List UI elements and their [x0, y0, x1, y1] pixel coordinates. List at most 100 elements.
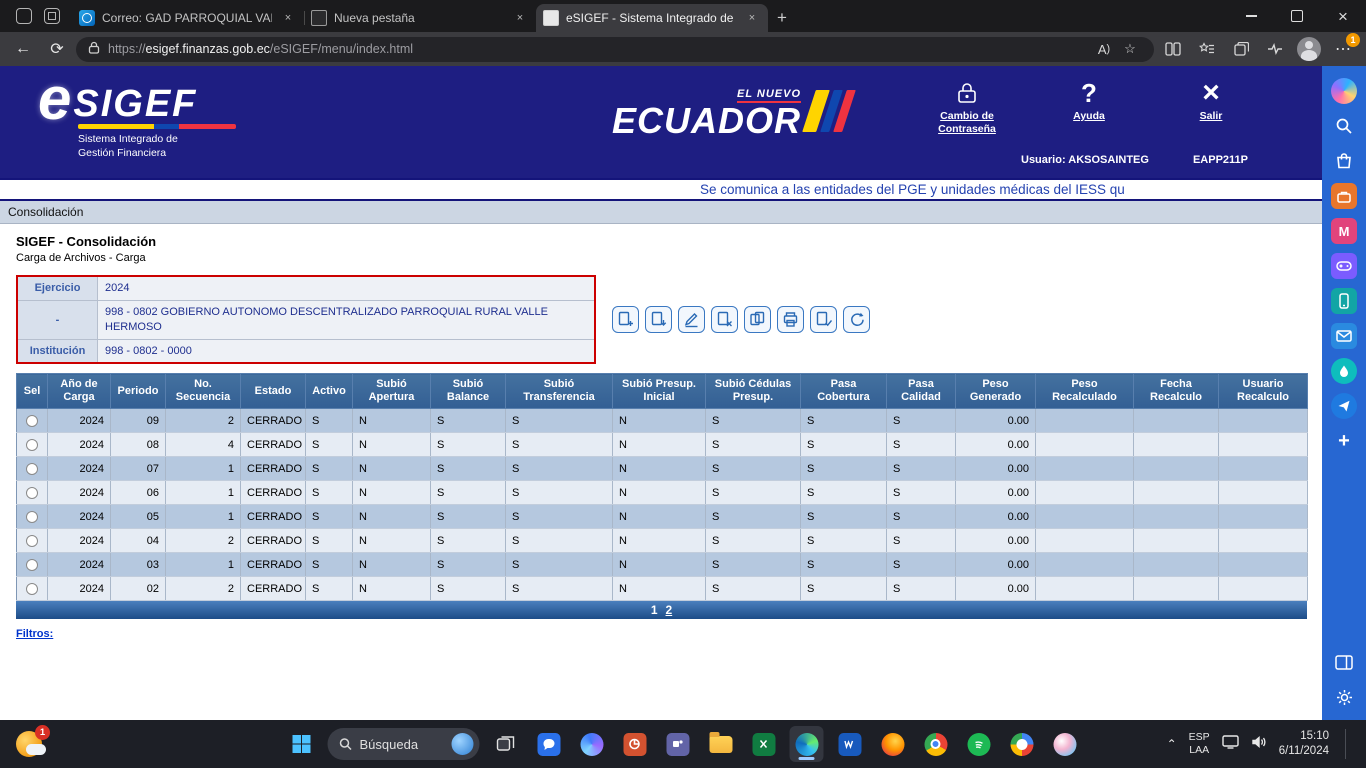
copilot-icon[interactable]: [1331, 78, 1357, 104]
page-1-link[interactable]: 1: [651, 603, 658, 617]
powerpoint-icon[interactable]: [618, 726, 652, 762]
menu-item-consolidacion[interactable]: Consolidación: [8, 205, 83, 219]
panel-toggle-icon[interactable]: [1331, 649, 1357, 675]
workspaces-icon[interactable]: [16, 8, 32, 24]
cast-icon[interactable]: [1222, 735, 1239, 754]
chat-icon[interactable]: [532, 726, 566, 762]
phone-link-icon[interactable]: [1331, 288, 1357, 314]
read-aloud-icon[interactable]: A): [1092, 38, 1116, 60]
page-area: e SIGEF Sistema Integrado de Gestión Fin…: [0, 66, 1322, 720]
widgets-weather-button[interactable]: 1: [16, 731, 42, 757]
firefox-icon[interactable]: [876, 726, 910, 762]
collections-icon[interactable]: [1226, 35, 1256, 63]
edge-sidebar: [1322, 66, 1366, 720]
row-select-radio[interactable]: [26, 559, 38, 571]
change-password-link[interactable]: Cambio de Contraseña: [924, 78, 1010, 136]
new-record-button[interactable]: [612, 306, 639, 333]
chrome-icon[interactable]: [919, 726, 953, 762]
word-icon[interactable]: [833, 726, 867, 762]
paint-icon[interactable]: [1048, 726, 1082, 762]
print-button[interactable]: [777, 306, 804, 333]
profile-avatar[interactable]: [1294, 35, 1324, 63]
institucion-value[interactable]: 998 - 0802 - 0000: [98, 340, 594, 363]
volume-icon[interactable]: [1251, 735, 1267, 754]
col-header: Pasa Cobertura: [801, 374, 887, 409]
back-icon[interactable]: ←: [8, 35, 38, 63]
tab-esigef-active[interactable]: eSIGEF - Sistema Integrado de G ×: [536, 4, 768, 32]
favorite-star-icon[interactable]: ☆: [1118, 38, 1142, 60]
msn-icon[interactable]: [1331, 218, 1357, 244]
outlook-icon[interactable]: [1331, 323, 1357, 349]
delete-record-button[interactable]: [711, 306, 738, 333]
copilot-icon[interactable]: [575, 726, 609, 762]
approve-button[interactable]: [810, 306, 837, 333]
cell-pasa-cobertura: S: [801, 433, 887, 457]
filtros-link[interactable]: Filtros:: [16, 628, 53, 640]
tab-correo[interactable]: Correo: GAD PARROQUIAL VALLE ×: [72, 4, 304, 32]
logout-link[interactable]: Salir: [1168, 78, 1254, 136]
microsoft-365-icon[interactable]: [1331, 183, 1357, 209]
tray-chevron-up-icon[interactable]: ⌃: [1167, 737, 1177, 751]
page-2-link[interactable]: 2: [666, 603, 673, 617]
row-select-radio[interactable]: [26, 511, 38, 523]
taskbar-search-box[interactable]: Búsqueda: [328, 728, 480, 760]
filter-box: Ejercicio 2024 - 998 - 0802 GOBIERNO AUT…: [16, 275, 596, 364]
entidad-value[interactable]: 998 - 0802 GOBIERNO AUTONOMO DESCENTRALI…: [98, 301, 594, 339]
new-tab-button[interactable]: +: [768, 5, 796, 31]
edit-validate-button[interactable]: [678, 306, 705, 333]
add-sidebar-item-icon[interactable]: [1331, 428, 1357, 454]
table-row: 2024 05 1 CERRADO S N S S N S S S 0.00: [17, 505, 1308, 529]
cell-estado: CERRADO: [241, 481, 306, 505]
onedrive-icon[interactable]: [1331, 358, 1357, 384]
tab-close-icon[interactable]: ×: [511, 9, 529, 27]
row-select-radio[interactable]: [26, 583, 38, 595]
help-link[interactable]: Ayuda: [1046, 78, 1132, 136]
cell-peso-recalculado: [1036, 529, 1134, 553]
row-select-radio[interactable]: [26, 439, 38, 451]
address-bar[interactable]: https://esigef.finanzas.gob.ec/eSIGEF/me…: [76, 37, 1154, 62]
teams-icon[interactable]: [661, 726, 695, 762]
start-button[interactable]: [285, 726, 319, 762]
tab-nueva-pestana[interactable]: Nueva pestaña ×: [304, 4, 536, 32]
shopping-icon[interactable]: [1331, 148, 1357, 174]
refresh-icon[interactable]: ⟳: [42, 35, 72, 63]
language-indicator[interactable]: ESP LAA: [1189, 731, 1210, 756]
tab-actions-icon[interactable]: [44, 8, 60, 24]
recalculate-button[interactable]: [843, 306, 870, 333]
cell-subio-presup-inicial: N: [613, 529, 706, 553]
cell-peso-generado: 0.00: [956, 553, 1036, 577]
close-button[interactable]: [1320, 0, 1366, 32]
favorites-list-icon[interactable]: [1192, 35, 1222, 63]
row-select-radio[interactable]: [26, 535, 38, 547]
send-icon[interactable]: [1331, 393, 1357, 419]
file-explorer-icon[interactable]: [704, 726, 738, 762]
cell-subio-apertura: N: [353, 553, 431, 577]
cell-subio-apertura: N: [353, 481, 431, 505]
edge-icon[interactable]: [790, 726, 824, 762]
row-select-radio[interactable]: [26, 463, 38, 475]
settings-more-icon[interactable]: ⋯1: [1328, 35, 1358, 63]
browser-essentials-icon[interactable]: [1260, 35, 1290, 63]
filter-row-entidad: - 998 - 0802 GOBIERNO AUTONOMO DESCENTRA…: [18, 301, 594, 340]
spotify-icon[interactable]: [962, 726, 996, 762]
copy-view-button[interactable]: [744, 306, 771, 333]
row-select-radio[interactable]: [26, 487, 38, 499]
save-record-button[interactable]: [645, 306, 672, 333]
table-header-row: Sel Año de Carga Periodo No. Secuencia E…: [17, 374, 1308, 409]
google-icon[interactable]: [1005, 726, 1039, 762]
sidebar-settings-gear-icon[interactable]: [1331, 684, 1357, 710]
clock[interactable]: 15:10 6/11/2024: [1279, 729, 1329, 759]
ejercicio-value[interactable]: 2024: [98, 277, 594, 300]
split-screen-icon[interactable]: [1158, 35, 1188, 63]
task-view-button[interactable]: [489, 726, 523, 762]
games-icon[interactable]: [1331, 253, 1357, 279]
minimize-button[interactable]: [1228, 0, 1274, 32]
tab-close-icon[interactable]: ×: [279, 9, 297, 27]
search-icon[interactable]: [1331, 113, 1357, 139]
excel-icon[interactable]: [747, 726, 781, 762]
tab-close-icon[interactable]: ×: [743, 9, 761, 27]
maximize-button[interactable]: [1274, 0, 1320, 32]
row-select-radio[interactable]: [26, 415, 38, 427]
cell-subio-apertura: N: [353, 505, 431, 529]
show-desktop-button[interactable]: [1345, 729, 1348, 759]
